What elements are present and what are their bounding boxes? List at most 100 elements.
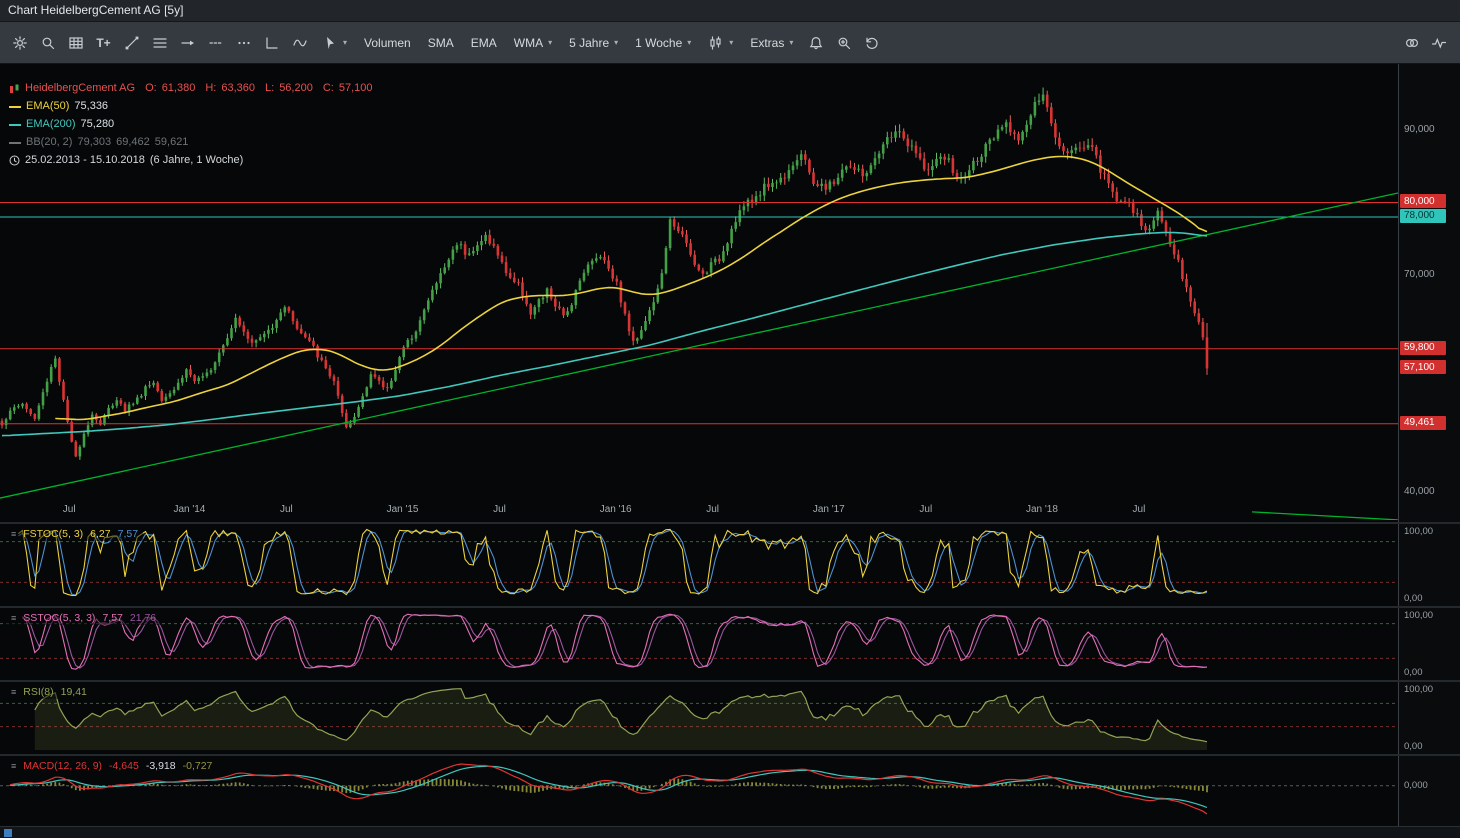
text-tool-button[interactable]: T+ <box>90 29 117 56</box>
chart-scrollbar[interactable] <box>0 826 1460 838</box>
macd-legend[interactable]: ≡MACD(12, 26, 9)-4,645-3,918-0,727 <box>6 759 217 773</box>
dotted-line-tool-button[interactable] <box>230 29 257 56</box>
ema-button-label: EMA <box>471 36 497 50</box>
fstoc-legend[interactable]: ≡ FSTOC(5, 3) 6,27 7,57 <box>6 527 143 541</box>
rsi-legend[interactable]: ≡RSI(8)19,41 <box>6 685 92 699</box>
open-label: O: <box>145 81 157 96</box>
instrument-name: HeidelbergCement AG <box>25 81 135 96</box>
fstoc-label: FSTOC(5, 3) <box>23 528 83 540</box>
price-badge-78000: 78,000 <box>1400 209 1446 223</box>
macd-value-1: -4,645 <box>109 760 139 772</box>
price-badge-57100: 57,100 <box>1400 360 1446 374</box>
settings-button[interactable] <box>6 29 33 56</box>
chevron-down-icon: ▾ <box>343 39 347 47</box>
chevron-down-icon: ▾ <box>548 39 552 47</box>
main-chart-panel[interactable]: HeidelbergCement AG O:61,380 H:63,360 L:… <box>0 64 1460 522</box>
hline-ray-icon <box>180 35 196 51</box>
zoom-in-button[interactable] <box>830 29 857 56</box>
curve-tool-button[interactable] <box>286 29 313 56</box>
instrument-legend-row[interactable]: HeidelbergCement AG O:61,380 H:63,360 L:… <box>6 80 378 97</box>
candlestick-mini-icon <box>9 83 20 95</box>
date-range-period: (6 Jahre, 1 Woche) <box>150 153 243 168</box>
fstoc-axis-label-2: 0,00 <box>1404 593 1423 604</box>
rsi-y-axis: 100,000,00 <box>1398 682 1460 754</box>
indicator-list-button[interactable] <box>1425 30 1452 57</box>
macd-panel[interactable]: ≡MACD(12, 26, 9)-4,645-3,918-0,7270,000 <box>0 756 1460 826</box>
open-value: 61,380 <box>162 81 196 96</box>
bollinger-value-1: 79,303 <box>77 135 111 150</box>
sstoc-chart-svg <box>0 608 1398 680</box>
ema200-value: 75,280 <box>81 117 115 132</box>
wma-dropdown[interactable]: WMA ▾ <box>506 30 560 56</box>
fstoc-k-line <box>18 530 1207 596</box>
rsi-value-1: 19,41 <box>61 686 87 698</box>
range-dropdown-label: 5 Jahre <box>569 36 609 50</box>
trendline-tool-button[interactable] <box>118 29 145 56</box>
y-tick-90000: 90,000 <box>1404 124 1435 135</box>
ema50-label: EMA(50) <box>26 99 69 114</box>
search-button[interactable] <box>34 29 61 56</box>
high-label: H: <box>205 81 216 96</box>
alert-button[interactable] <box>802 29 829 56</box>
candles-icon <box>708 35 724 51</box>
x-label-0: Jul <box>63 504 76 515</box>
trendline-icon <box>124 35 140 51</box>
rsi-axis-label-1: 100,00 <box>1404 684 1433 695</box>
sma-button-label: SMA <box>428 36 454 50</box>
dashed-line-tool-button[interactable] <box>202 29 229 56</box>
clock-icon <box>9 155 20 166</box>
price-badge-49461: 49,461 <box>1400 416 1446 430</box>
fstoc-panel[interactable]: ≡FSTOC(5, 3)6,277,57100,000,00 <box>0 524 1460 606</box>
chart-application: Chart HeidelbergCement AG [5y] T+ ▾ Volume… <box>0 0 1460 838</box>
drag-handle-icon: ≡ <box>11 761 16 771</box>
pulse-icon <box>1431 35 1447 51</box>
x-label-3: Jan '15 <box>387 504 419 515</box>
date-range-text: 25.02.2013 - 15.10.2018 <box>25 153 145 168</box>
gear-icon <box>12 35 28 51</box>
range-dropdown[interactable]: 5 Jahre ▾ <box>561 30 626 56</box>
ema200-legend-row[interactable]: EMA(200) 75,280 <box>6 116 119 133</box>
scrollbar-handle[interactable] <box>4 829 12 837</box>
undo-button[interactable] <box>858 29 885 56</box>
compare-icon <box>1404 35 1420 51</box>
macd-value-3: -0,727 <box>183 760 213 772</box>
low-label: L: <box>265 81 274 96</box>
main-chart-legend: HeidelbergCement AG O:61,380 H:63,360 L:… <box>6 80 378 170</box>
macd-label: MACD(12, 26, 9) <box>23 760 102 772</box>
fibonacci-tool-button[interactable] <box>146 29 173 56</box>
volume-button-label: Volumen <box>364 36 411 50</box>
dots-icon <box>236 35 252 51</box>
chevron-down-icon: ▾ <box>614 39 618 47</box>
x-label-4: Jul <box>493 504 506 515</box>
ema-button[interactable]: EMA <box>463 30 505 56</box>
horizontal-ray-tool-button[interactable] <box>174 29 201 56</box>
compare-button[interactable] <box>1398 30 1425 57</box>
fstoc-value-1: 6,27 <box>90 528 110 540</box>
layout-grid-button[interactable] <box>62 29 89 56</box>
chart-type-dropdown[interactable]: ▾ <box>700 29 741 57</box>
fstoc-value-2: 7,57 <box>118 528 138 540</box>
date-range-row: 25.02.2013 - 15.10.2018 (6 Jahre, 1 Woch… <box>6 152 248 169</box>
price-badge-80000: 80,000 <box>1400 194 1446 208</box>
interval-dropdown[interactable]: 1 Woche▾ <box>627 30 699 56</box>
polyline-tool-button[interactable] <box>258 29 285 56</box>
bollinger-value-2: 69,462 <box>116 135 150 150</box>
sma-button[interactable]: SMA <box>420 30 462 56</box>
ema50-legend-row[interactable]: EMA(50) 75,336 <box>6 98 113 115</box>
pointer-tool-dropdown[interactable]: ▾ <box>314 29 355 57</box>
fstoc-chart-svg <box>0 524 1398 606</box>
bollinger-legend-row[interactable]: BB(20, 2) 79,303 69,462 59,621 <box>6 134 193 151</box>
rsi-panel[interactable]: ≡RSI(8)19,41 100,000,00 <box>0 682 1460 754</box>
wma-dropdown-label: WMA <box>514 36 543 50</box>
main-y-axis: 90,00070,00040,00080,00078,00059,80057,1… <box>1398 64 1460 522</box>
drag-handle-icon: ≡ <box>11 529 16 539</box>
extras-dropdown[interactable]: Extras▾ <box>742 30 801 56</box>
volume-button[interactable]: Volumen <box>356 30 419 56</box>
x-label-10: Jul <box>1133 504 1146 515</box>
macd-y-axis: 0,000 <box>1398 756 1460 826</box>
toolbar: T+▾VolumenSMAEMAWMA▾5 Jahre▾1 Woche▾▾Ext… <box>0 22 1460 64</box>
sstoc-panel[interactable]: ≡SSTOC(5, 3, 3)7,5721,76100,000,00 <box>0 608 1460 680</box>
window-title: Chart HeidelbergCement AG [5y] <box>8 3 183 17</box>
extras-dropdown-label: Extras <box>750 36 784 50</box>
sstoc-legend[interactable]: ≡SSTOC(5, 3, 3)7,5721,76 <box>6 611 161 625</box>
